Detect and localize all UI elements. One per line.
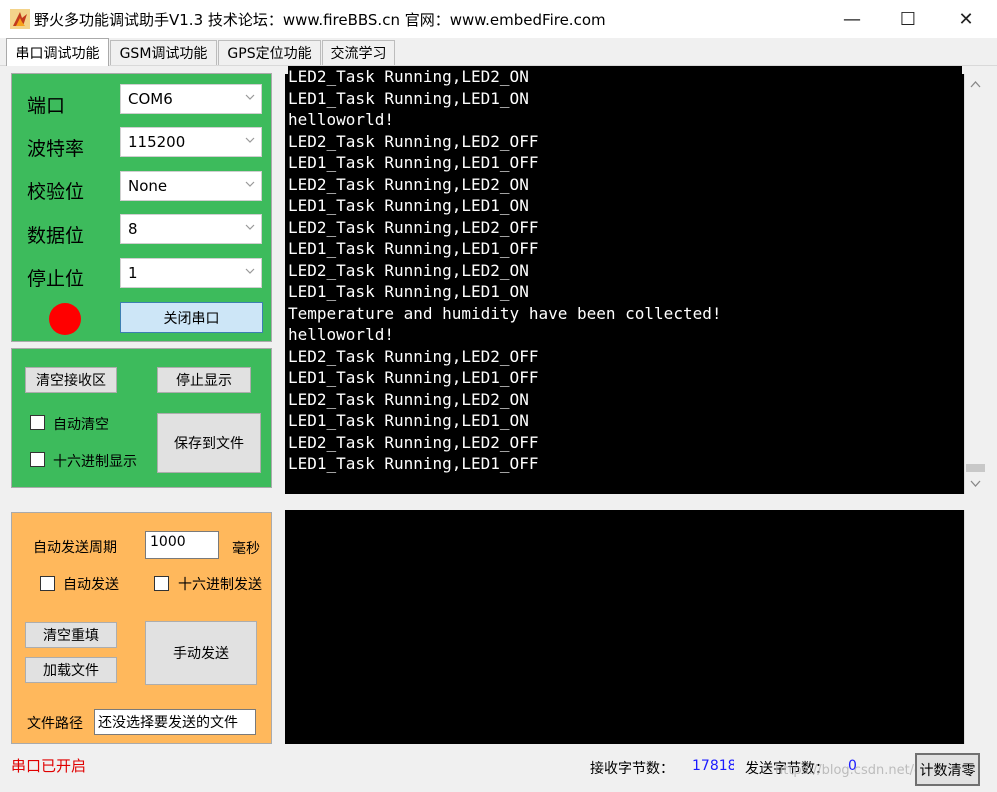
manual-send-button[interactable]: 手动发送 bbox=[145, 621, 257, 685]
auto-send-period-label: 自动发送周期 bbox=[33, 540, 117, 556]
file-path-input[interactable]: 还没选择要发送的文件 bbox=[94, 709, 256, 735]
period-input[interactable]: 1000 bbox=[145, 531, 219, 559]
save-to-file-button[interactable]: 保存到文件 bbox=[157, 413, 261, 473]
app-logo-icon bbox=[10, 9, 30, 29]
maximize-icon: ☐ bbox=[899, 8, 917, 30]
stop-display-button[interactable]: 停止显示 bbox=[157, 367, 251, 393]
tab-gps[interactable]: GPS定位功能 bbox=[218, 40, 321, 65]
tab-exchange[interactable]: 交流学习 bbox=[322, 40, 395, 65]
rx-count-label: 接收字节数： bbox=[590, 761, 674, 777]
console-line: LED1_Task Running,LED1_OFF bbox=[288, 153, 539, 172]
hex-display-checkbox[interactable] bbox=[30, 452, 45, 467]
serial-settings-panel: 端口 COM6 波特率 115200 校验位 None 数据位 8 停止位 1 … bbox=[11, 73, 272, 342]
console-line: LED2_Task Running,LED2_ON bbox=[288, 260, 529, 280]
console-line: LED1_Task Running,LED1_ON bbox=[288, 411, 529, 430]
scroll-down-icon[interactable] bbox=[970, 480, 981, 488]
tab-serial[interactable]: 串口调试功能 bbox=[6, 38, 109, 66]
console-line: LED1_Task Running,LED1_OFF bbox=[288, 368, 539, 387]
stopbits-label: 停止位 bbox=[27, 268, 85, 290]
auto-send-checkbox[interactable] bbox=[40, 576, 55, 591]
console-line: LED2_Task Running,LED2_OFF bbox=[288, 131, 539, 151]
port-select[interactable]: COM6 bbox=[120, 84, 262, 114]
chevron-down-icon bbox=[245, 94, 255, 100]
receive-scrollbar[interactable] bbox=[964, 74, 985, 494]
load-file-button[interactable]: 加载文件 bbox=[25, 657, 117, 683]
databits-select-value: 8 bbox=[128, 220, 138, 238]
close-port-button[interactable]: 关闭串口 bbox=[120, 302, 263, 333]
tab-strip: 串口调试功能 GSM调试功能 GPS定位功能 交流学习 bbox=[0, 38, 997, 66]
console-line: LED1_Task Running,LED1_ON bbox=[288, 196, 529, 215]
chevron-down-icon bbox=[245, 137, 255, 143]
console-line: helloworld! bbox=[288, 110, 394, 129]
console-line: LED2_Task Running,LED2_OFF bbox=[288, 432, 539, 452]
receive-scroll-thumb[interactable] bbox=[966, 464, 985, 472]
parity-label: 校验位 bbox=[27, 181, 85, 203]
parity-select-value: None bbox=[128, 177, 168, 195]
databits-select[interactable]: 8 bbox=[120, 214, 262, 244]
auto-send-label: 自动发送 bbox=[63, 577, 119, 593]
send-input-area[interactable] bbox=[285, 510, 964, 744]
minimize-icon: — bbox=[843, 8, 861, 30]
console-line: LED1_Task Running,LED1_OFF bbox=[288, 454, 539, 473]
reset-count-button[interactable]: 计数清零 bbox=[915, 753, 980, 786]
console-line: LED2_Task Running,LED2_OFF bbox=[288, 346, 539, 366]
receive-console[interactable]: LED2_Task Running,LED2_ON LED1_Task Runni… bbox=[285, 66, 964, 494]
console-line: LED1_Task Running,LED1_ON bbox=[288, 282, 529, 301]
maximize-button[interactable]: ☐ bbox=[880, 0, 936, 38]
close-icon: ✕ bbox=[958, 8, 974, 30]
console-line: helloworld! bbox=[288, 325, 394, 344]
hex-send-checkbox[interactable] bbox=[154, 576, 169, 591]
console-line: Temperature and humidity have been colle… bbox=[288, 303, 722, 323]
minimize-button[interactable]: — bbox=[824, 0, 880, 38]
console-line: LED2_Task Running,LED2_OFF bbox=[288, 217, 539, 237]
baud-label: 波特率 bbox=[27, 138, 85, 160]
chevron-down-icon bbox=[245, 181, 255, 187]
clear-receive-button[interactable]: 清空接收区 bbox=[25, 367, 117, 393]
receive-text: LED2_Task Running,LED2_ON LED1_Task Runni… bbox=[288, 66, 962, 494]
baud-select-value: 115200 bbox=[128, 133, 186, 151]
scroll-up-icon[interactable] bbox=[970, 80, 981, 88]
console-line: LED1_Task Running,LED1_ON bbox=[288, 88, 529, 108]
receive-options-panel: 清空接收区 停止显示 自动清空 十六进制显示 保存到文件 bbox=[11, 348, 272, 488]
close-button[interactable]: ✕ bbox=[938, 0, 994, 38]
title-bar: 野火多功能调试助手V1.3 技术论坛：www.fireBBS.cn 官网：www… bbox=[0, 0, 997, 38]
console-line: LED2_Task Running,LED2_ON bbox=[288, 67, 529, 86]
port-status-indicator bbox=[49, 303, 81, 335]
port-select-value: COM6 bbox=[128, 90, 173, 108]
console-line: LED1_Task Running,LED1_OFF bbox=[288, 239, 539, 258]
stopbits-select-value: 1 bbox=[128, 264, 138, 282]
databits-label: 数据位 bbox=[27, 225, 85, 247]
send-scrollbar[interactable] bbox=[964, 510, 985, 744]
period-unit-label: 毫秒 bbox=[232, 541, 260, 557]
send-panel: 自动发送周期 1000 毫秒 自动发送 十六进制发送 清空重填 加载文件 手动发… bbox=[11, 512, 272, 744]
chevron-down-icon bbox=[245, 224, 255, 230]
rx-count-value: 17818 bbox=[692, 758, 734, 774]
hex-display-label: 十六进制显示 bbox=[53, 454, 137, 470]
parity-select[interactable]: None bbox=[120, 171, 262, 201]
auto-clear-label: 自动清空 bbox=[53, 417, 109, 433]
clear-refill-button[interactable]: 清空重填 bbox=[25, 622, 117, 648]
window-title: 野火多功能调试助手V1.3 技术论坛：www.fireBBS.cn 官网：www… bbox=[34, 11, 606, 29]
stopbits-select[interactable]: 1 bbox=[120, 258, 262, 288]
baud-select[interactable]: 115200 bbox=[120, 127, 262, 157]
port-status-text: 串口已开启 bbox=[11, 757, 87, 775]
console-line: LED2_Task Running,LED2_ON bbox=[288, 174, 529, 194]
hex-send-label: 十六进制发送 bbox=[178, 577, 262, 593]
console-line: LED2_Task Running,LED2_ON bbox=[288, 389, 529, 409]
port-label: 端口 bbox=[27, 95, 66, 117]
chevron-down-icon bbox=[245, 268, 255, 274]
tab-gsm[interactable]: GSM调试功能 bbox=[110, 40, 217, 65]
file-path-label: 文件路径 bbox=[27, 716, 83, 732]
auto-clear-checkbox[interactable] bbox=[30, 415, 45, 430]
